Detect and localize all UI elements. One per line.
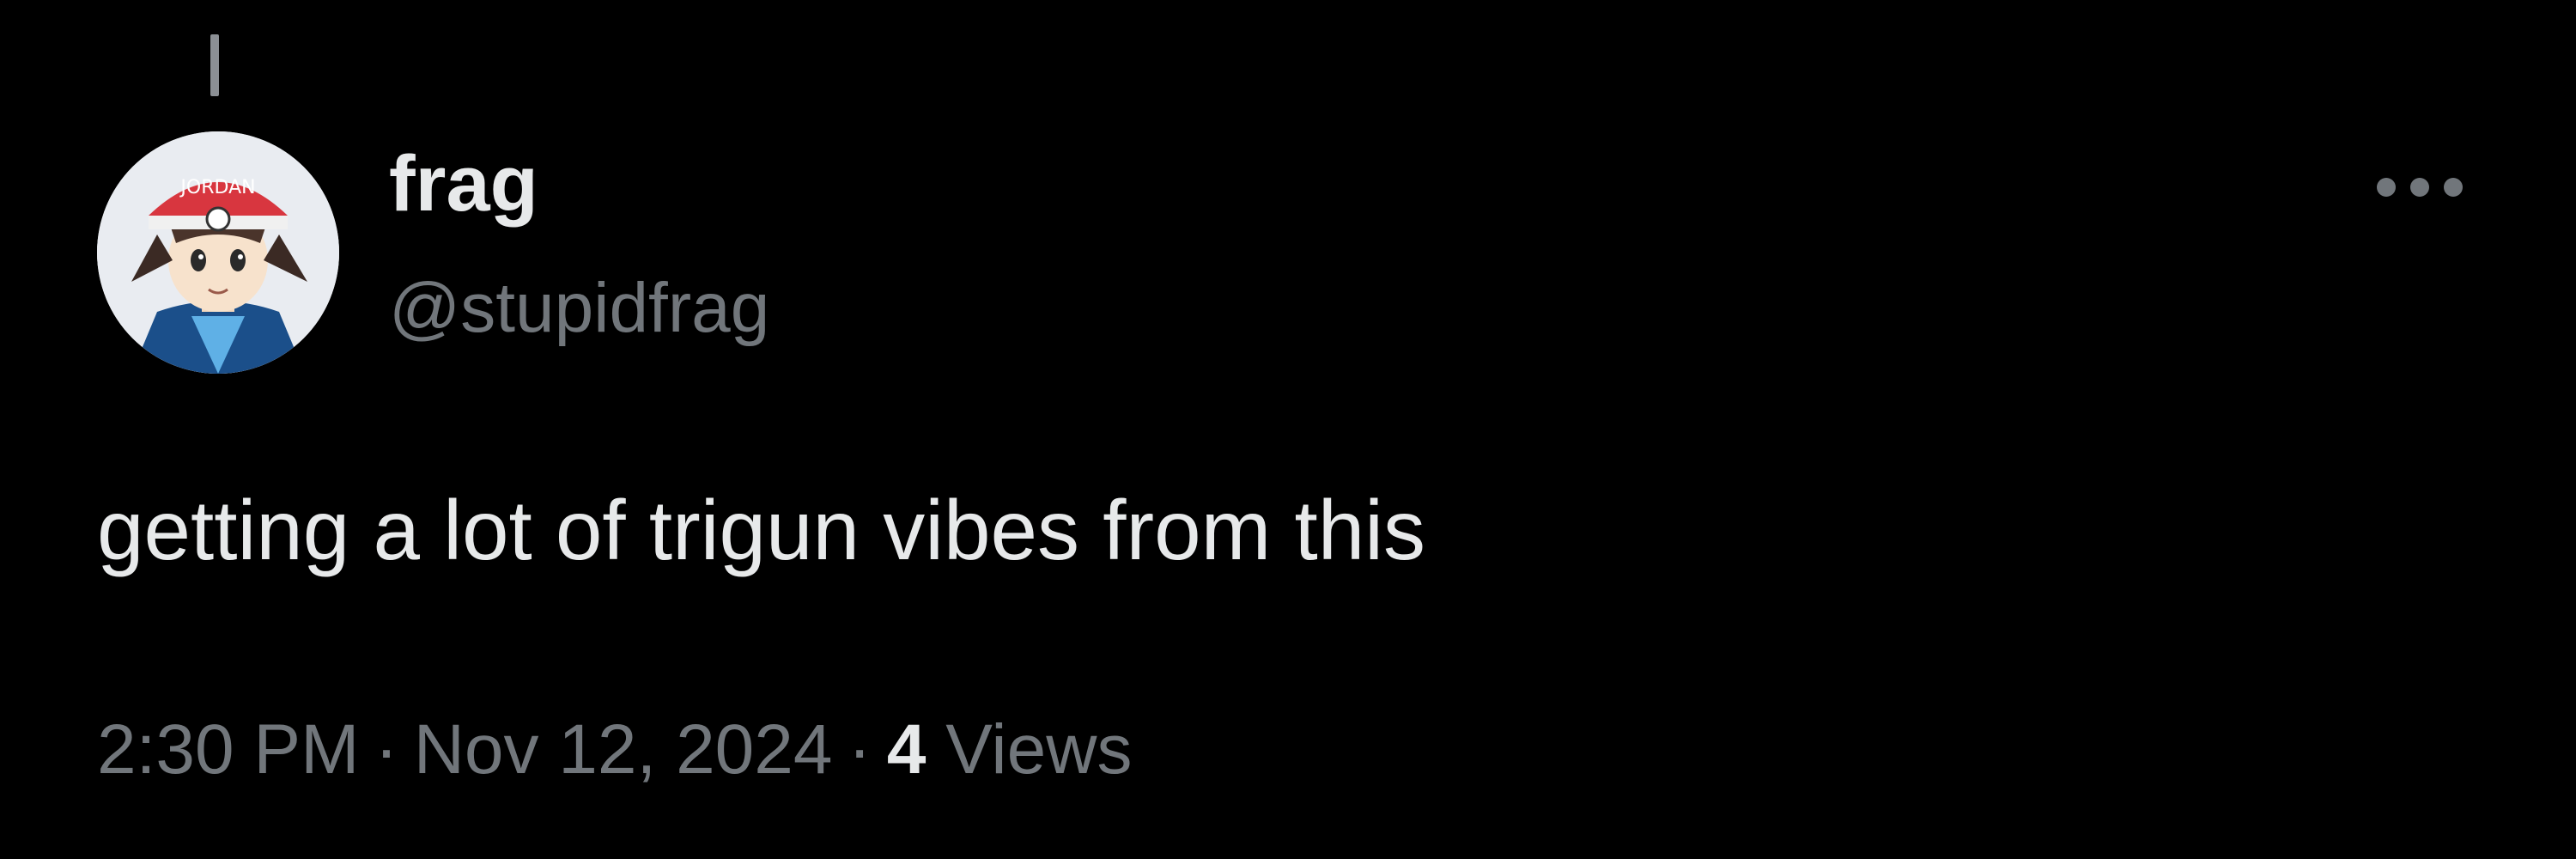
avatar[interactable]: JORDAN <box>97 131 339 374</box>
tweet-time[interactable]: 2:30 PM <box>97 710 359 789</box>
author-handle[interactable]: @stupidfrag <box>389 273 769 344</box>
tweet-date[interactable]: Nov 12, 2024 <box>414 710 833 789</box>
avatar-image: JORDAN <box>97 131 339 374</box>
thread-connector-line <box>210 34 219 96</box>
more-horizontal-icon <box>2444 178 2463 197</box>
tweet-text: getting a lot of trigun vibes from this <box>97 483 1425 577</box>
tweet-meta: 2:30 PM · Nov 12, 2024 · 4 Views <box>97 715 1132 785</box>
meta-separator: · <box>848 710 872 789</box>
author-display-name[interactable]: frag <box>389 144 538 223</box>
views-count[interactable]: 4 <box>887 710 927 789</box>
more-horizontal-icon <box>2377 178 2396 197</box>
meta-separator: · <box>374 710 398 789</box>
more-horizontal-icon <box>2410 178 2429 197</box>
more-options-button[interactable] <box>2370 168 2470 210</box>
views-label[interactable]: Views <box>945 710 1132 789</box>
avatar-cap-text: JORDAN <box>179 177 255 198</box>
